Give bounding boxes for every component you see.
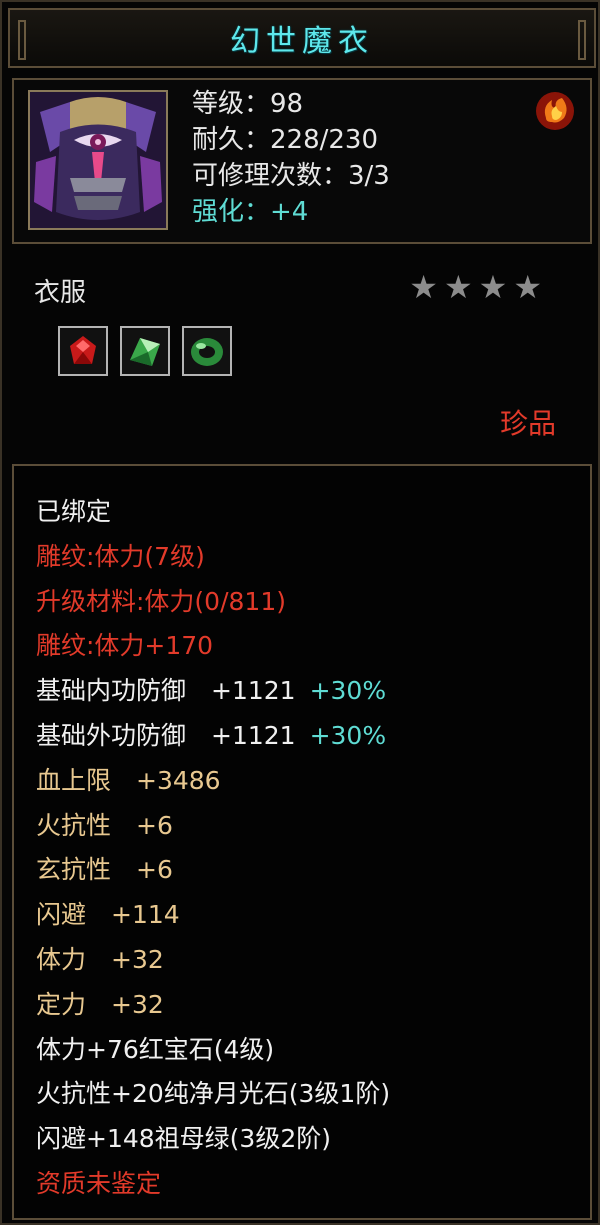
bound-status: 已绑定 (36, 497, 112, 526)
mystic-resist-line: 玄抗性 +6 (36, 855, 173, 885)
engrave-bonus-line: 雕纹:体力+170 (36, 631, 214, 661)
attribute-list: 已绑定 雕纹:体力(7级) 升级材料:体力(0/811) 雕纹:体力+170 基… (36, 490, 390, 1207)
inner-defense-line: 基础内功防御 +1121 +30% (36, 669, 390, 714)
fire-resist-line: 火抗性 +6 (36, 810, 173, 840)
quality-status: 资质未鉴定 (36, 1168, 162, 1198)
fire-element-icon (536, 92, 574, 130)
level-stat: 等级：98 (192, 89, 304, 119)
outer-defense-value: 基础外功防御 +1121 (36, 720, 296, 750)
star-icon: ★ (513, 268, 542, 306)
title-bar: 幻世魔衣 (8, 8, 596, 68)
title-corner-right (578, 20, 586, 60)
outer-defense-percent: +30% (309, 720, 387, 750)
gem-slots (58, 326, 232, 376)
star-icon: ★ (409, 268, 438, 306)
dodge-line: 闪避 +114 (36, 900, 180, 930)
item-type-section: 衣服 ★ ★ ★ ★ 珍品 (12, 252, 592, 452)
item-stats: 等级：98 耐久：228/230 可修理次数：3/3 强化：+4 (192, 86, 390, 230)
item-name: 幻世魔衣 (230, 24, 374, 59)
gem-slot[interactable] (120, 326, 170, 376)
stamina-line: 体力 +32 (36, 944, 164, 974)
upgrade-material-line: 升级材料:体力(0/811) (36, 586, 286, 616)
ruby-icon (70, 336, 96, 364)
repair-count-stat: 可修理次数：3/3 (192, 161, 390, 191)
emerald-icon (130, 338, 160, 366)
outer-defense-line: 基础外功防御 +1121 +30% (36, 714, 390, 759)
item-portrait (28, 90, 168, 230)
gem-slot[interactable] (58, 326, 108, 376)
enhance-stat: 强化：+4 (192, 197, 309, 227)
gem-slot[interactable] (182, 326, 232, 376)
attribute-panel: 已绑定 雕纹:体力(7级) 升级材料:体力(0/811) 雕纹:体力+170 基… (12, 464, 592, 1220)
item-category: 衣服 (34, 278, 87, 308)
inner-defense-value: 基础内功防御 +1121 (36, 676, 296, 706)
hp-max-line: 血上限 +3486 (36, 765, 221, 795)
star-icon: ★ (443, 268, 473, 306)
durability-stat: 耐久：228/230 (192, 125, 379, 155)
item-summary-panel: 等级：98 耐久：228/230 可修理次数：3/3 强化：+4 (12, 78, 592, 244)
gem-bonus-line: 体力+76红宝石(4级) (36, 1034, 275, 1064)
star-icon: ★ (478, 268, 508, 306)
star-rating: ★ ★ ★ ★ (409, 270, 542, 304)
gem-bonus-line: 闪避+148祖母绿(3级2阶) (36, 1124, 331, 1154)
focus-line: 定力 +32 (36, 989, 164, 1019)
gem-bonus-line: 火抗性+20纯净月光石(3级1阶) (36, 1079, 391, 1109)
armor-icon (30, 92, 166, 228)
rarity-label: 珍品 (499, 407, 556, 440)
engrave-line: 雕纹:体力(7级) (36, 541, 205, 571)
item-tooltip: 幻世魔衣 等级：98 耐久：228/230 可修理次数：3/3 强化：+4 衣服… (0, 0, 600, 1225)
jade-ring-icon (191, 338, 223, 366)
title-corner-left (18, 20, 26, 60)
inner-defense-percent: +30% (309, 676, 387, 706)
